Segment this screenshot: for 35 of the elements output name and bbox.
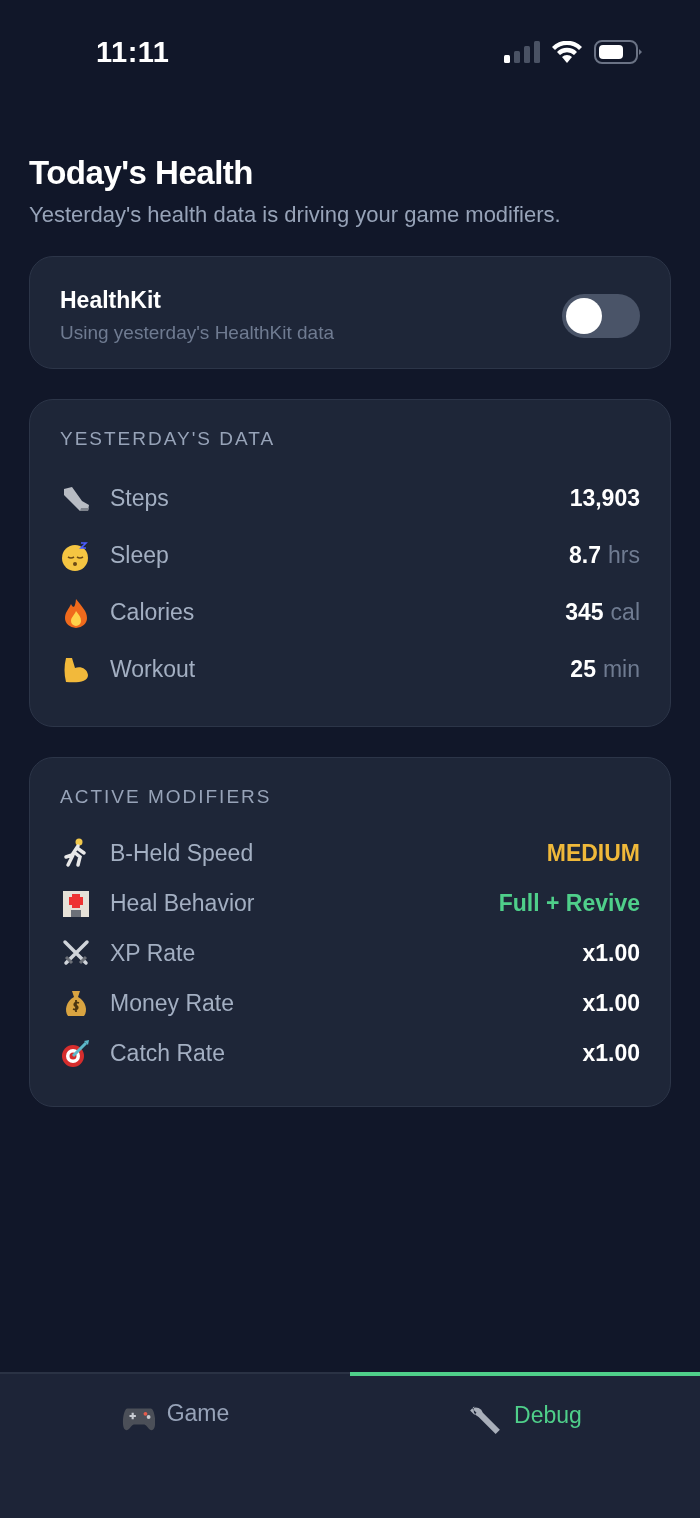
modifier-label: Money Rate <box>110 989 235 1017</box>
tab[interactable]: Debug <box>350 1372 700 1518</box>
metric-label: Calories <box>110 599 196 626</box>
signal-icon <box>504 41 540 63</box>
modifier-value: x1.00 <box>582 939 640 967</box>
status-time: 11:11 <box>96 36 170 69</box>
metric-label: Steps <box>110 485 170 512</box>
modifier-label: B-Held Speed <box>110 839 255 867</box>
metric-value: 25 <box>570 656 596 683</box>
wifi-icon <box>552 41 582 63</box>
page-title: Today's Health <box>29 154 254 192</box>
modifier-label: XP Rate <box>110 939 197 967</box>
metric-label: Workout <box>110 656 197 683</box>
metric-unit: min <box>602 656 640 683</box>
card-subtitle: Using yesterday's HealthKit data <box>60 322 334 344</box>
metric-unit: hrs <box>608 542 640 569</box>
metric-label: Sleep <box>110 542 170 569</box>
metric-unit: cal <box>610 599 640 626</box>
metric-value: 345 <box>565 599 604 626</box>
battery-icon <box>594 40 642 64</box>
tab[interactable]: Game <box>0 1372 350 1518</box>
section-heading: ACTIVE MODIFIERS <box>60 786 273 808</box>
modifier-value: x1.00 <box>582 989 640 1017</box>
modifier-value: MEDIUM <box>546 839 640 867</box>
dart-target-icon <box>60 1037 92 1069</box>
modifier-value: x1.00 <box>582 1039 640 1067</box>
metric-value: 13,903 <box>569 485 640 512</box>
modifier-label: Heal Behavior <box>110 889 256 917</box>
section-heading: YESTERDAY'S DATA <box>60 428 277 450</box>
modifier-label: Catch Rate <box>110 1039 227 1067</box>
metric-value: 8.7 <box>569 542 602 569</box>
page-subtitle: Yesterday's health data is driving your game modifiers. <box>29 202 562 228</box>
toggle-switch[interactable] <box>562 293 640 338</box>
card-title: HealthKit <box>60 287 162 314</box>
modifier-value: Full + Revive <box>498 889 640 917</box>
